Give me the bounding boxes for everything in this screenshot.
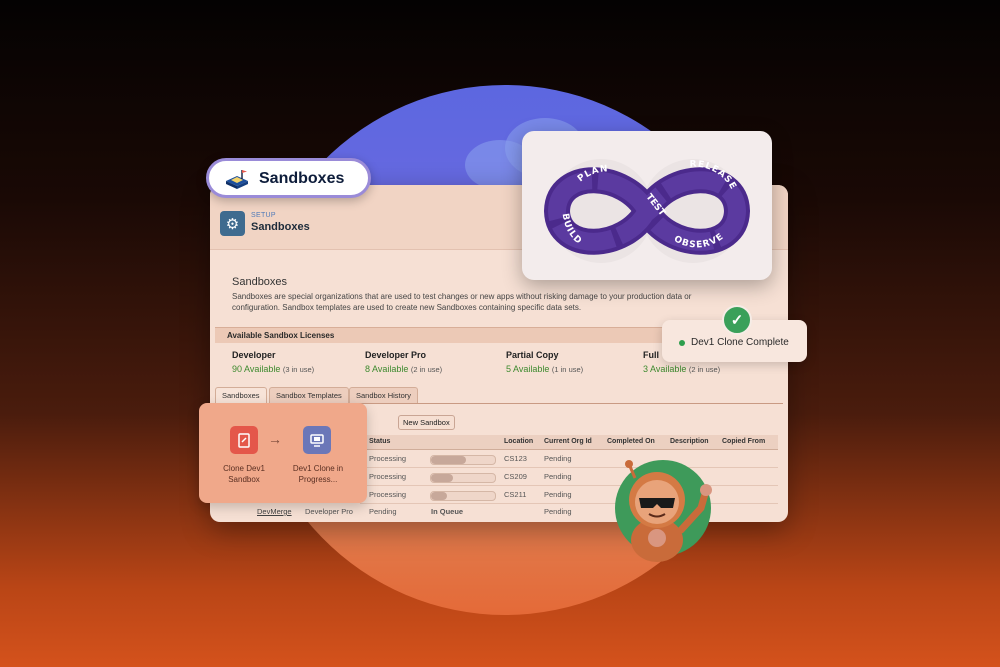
status-dot (679, 340, 685, 346)
column-header[interactable]: Status (369, 438, 390, 445)
org-id-cell: Pending (544, 472, 572, 481)
column-header[interactable]: Description (670, 438, 709, 445)
setup-label: SETUP (251, 212, 276, 219)
progress-fill (431, 492, 447, 500)
devops-lifecycle-card: PLAN BUILD TEST RELEASE OBSERVE (522, 131, 772, 280)
license-in-use: (2 in use) (688, 365, 721, 374)
progress-fill (431, 456, 467, 464)
org-id-cell: Pending (544, 454, 572, 463)
license-in-use: (3 in use) (282, 365, 315, 374)
org-id-cell: Pending (544, 507, 572, 516)
status-cell: Processing (369, 490, 407, 499)
gear-icon: ⚙ (220, 211, 245, 236)
sandbox-name-link[interactable]: DevMerge (257, 507, 292, 516)
column-header[interactable]: Location (504, 438, 533, 445)
license-available: 8 Available (365, 364, 409, 374)
license-in-use: (2 in use) (410, 365, 443, 374)
tab-sandboxes[interactable]: Sandboxes (215, 387, 267, 403)
org-id-cell: Pending (544, 490, 572, 499)
table-header: Status Location Current Org Id Completed… (360, 435, 778, 450)
column-header[interactable]: Current Org Id (544, 438, 592, 445)
license-available: 3 Available (643, 364, 687, 374)
toast-message: Dev1 Clone Complete (691, 337, 789, 348)
status-cell: Processing (369, 472, 407, 481)
license-in-use: (1 in use) (551, 365, 584, 374)
license-partial-copy: Partial Copy 5 Available (1 in use) (506, 350, 583, 374)
location-cell: CS211 (504, 490, 527, 499)
location-cell: CS209 (504, 472, 527, 481)
column-header[interactable]: Completed On (607, 438, 655, 445)
new-sandbox-button[interactable]: New Sandbox (398, 415, 455, 430)
progress-bar (430, 473, 496, 483)
step-clone-label: Clone Dev1 Sandbox (223, 464, 265, 484)
license-developer: Developer 90 Available (3 in use) (232, 350, 314, 374)
progress-bar (430, 491, 496, 501)
progress-fill (431, 474, 454, 482)
clipboard-icon (230, 426, 258, 454)
devops-infinity-diagram: PLAN BUILD TEST RELEASE OBSERVE (544, 159, 750, 263)
tab-sandbox-history[interactable]: Sandbox History (349, 387, 419, 403)
header-title: Sandboxes (251, 221, 310, 233)
monitor-icon (303, 426, 331, 454)
progress-bar (430, 455, 496, 465)
page-title: Sandboxes (232, 276, 288, 288)
arrow-right-icon: → (268, 431, 282, 447)
status-cell: Processing (369, 454, 407, 463)
column-header[interactable]: Copied From (722, 438, 765, 445)
queue-cell: In Queue (431, 507, 464, 516)
astronaut-mascot (615, 460, 712, 562)
license-name: Partial Copy (506, 350, 559, 360)
step-progress-label: Dev1 Clone in Progress... (292, 464, 344, 484)
clone-flow-card: → Clone Dev1 Sandbox Dev1 Clone in Progr… (199, 403, 367, 503)
license-available: 5 Available (506, 364, 550, 374)
check-icon: ✓ (722, 305, 752, 335)
license-name: Developer (232, 350, 276, 360)
location-cell: CS123 (504, 454, 527, 463)
page-description: Sandboxes are special organizations that… (232, 292, 692, 312)
license-developer-pro: Developer Pro 8 Available (2 in use) (365, 350, 442, 374)
license-available: 90 Available (232, 364, 281, 374)
status-cell: Pending (369, 507, 397, 516)
license-name: Developer Pro (365, 350, 427, 360)
sandbox-type-cell: Developer Pro (305, 507, 353, 516)
badge-title: Sandboxes (259, 170, 345, 187)
tab-sandbox-templates[interactable]: Sandbox Templates (269, 387, 349, 403)
sandboxes-badge: Sandboxes (206, 158, 371, 198)
sandbox-icon (226, 170, 248, 189)
